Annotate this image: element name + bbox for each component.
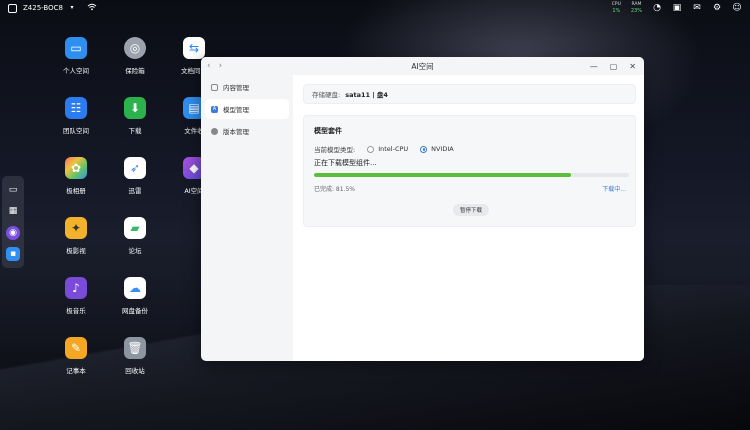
desktop-icon-download[interactable]: ⬇ 下载 bbox=[107, 97, 163, 135]
download-icon: ⬇ bbox=[124, 97, 146, 119]
model-type-row: 当前模型类型: Intel-CPU NVIDIA bbox=[314, 145, 454, 154]
device-name[interactable]: Z425-BOC8 bbox=[23, 4, 63, 12]
close-icon[interactable]: ✕ bbox=[629, 62, 636, 71]
cpu-stat[interactable]: CPU 1% bbox=[612, 2, 621, 14]
window-main: 存储硬盘: sata11 | 盘4 模型套件 当前模型类型: Intel-CPU… bbox=[293, 75, 644, 361]
gear-icon[interactable]: ⚙ bbox=[712, 3, 722, 13]
model-icon: A bbox=[211, 105, 218, 113]
desktop-icon-safe[interactable]: ◎ 保险箱 bbox=[107, 37, 163, 75]
sync-icon: ⇆ bbox=[183, 37, 205, 59]
sidebar-item-version-management[interactable]: 版本管理 bbox=[205, 121, 289, 141]
desktop-icon-photos[interactable]: ✿ 极相册 bbox=[48, 157, 104, 195]
wifi-icon[interactable] bbox=[87, 3, 97, 13]
download-progress-fill bbox=[314, 173, 571, 177]
desktop-icon-music[interactable]: ♪ 极音乐 bbox=[48, 277, 104, 315]
forum-icon: ▰ bbox=[124, 217, 146, 239]
window-titlebar[interactable]: ‹ › AI空间 — ▢ ✕ bbox=[201, 57, 644, 75]
desktop-icon-team-space[interactable]: ☷ 团队空间 bbox=[48, 97, 104, 135]
speed-gauge-icon[interactable]: ◔ bbox=[652, 3, 662, 13]
safe-icon: ◎ bbox=[124, 37, 146, 59]
forward-icon[interactable]: › bbox=[219, 61, 223, 71]
model-suite-title: 模型套件 bbox=[314, 127, 342, 135]
photos-icon: ✿ bbox=[65, 157, 87, 179]
top-bar: Z425-BOC8 ▾ CPU 1% RAM 23% ◔ ▣ ✉ ⚙ ☺ bbox=[0, 0, 750, 16]
progress-done-label: 已完成: 81.5% bbox=[314, 186, 355, 193]
thunder-icon: ➶ bbox=[124, 157, 146, 179]
maximize-icon[interactable]: ▢ bbox=[610, 62, 618, 71]
notepad-icon: ✎ bbox=[65, 337, 87, 359]
monitor-dock-icon[interactable]: ▪ bbox=[6, 247, 20, 262]
terminal-icon[interactable]: ▣ bbox=[672, 3, 682, 13]
logo-icon[interactable] bbox=[8, 3, 17, 13]
download-status: 正在下载模型组件... bbox=[314, 159, 377, 167]
sidebar-item-content-management[interactable]: 内容管理 bbox=[205, 77, 289, 97]
radio-intel-cpu[interactable]: Intel-CPU bbox=[367, 145, 408, 153]
grid-icon[interactable]: ▦ bbox=[6, 204, 20, 218]
chevron-down-icon[interactable]: ▾ bbox=[69, 3, 75, 13]
downloading-label: 下载中... bbox=[602, 186, 626, 193]
pause-download-button[interactable]: 暂停下载 bbox=[453, 204, 489, 216]
folder-icon: ▭ bbox=[65, 37, 87, 59]
ai-dock-icon[interactable]: ◉ bbox=[6, 225, 20, 240]
trash-icon: 🗑 bbox=[124, 337, 146, 359]
desktop-icon-personal-space[interactable]: ▭ 个人空间 bbox=[48, 37, 104, 75]
desktop-icon-video[interactable]: ✦ 极影视 bbox=[48, 217, 104, 255]
document-icon bbox=[211, 83, 218, 91]
back-icon[interactable]: ‹ bbox=[207, 61, 211, 71]
team-icon: ☷ bbox=[65, 97, 87, 119]
download-progress-bar bbox=[314, 173, 629, 177]
mail-icon[interactable]: ✉ bbox=[692, 3, 702, 13]
video-icon: ✦ bbox=[65, 217, 87, 239]
window-sidebar: 内容管理 A 模型管理 版本管理 bbox=[201, 75, 293, 361]
side-dock: ▭ ▦ ◉ ▪ bbox=[2, 176, 24, 268]
music-icon: ♪ bbox=[65, 277, 87, 299]
desktop-icon-notepad[interactable]: ✎ 记事本 bbox=[48, 337, 104, 375]
model-suite-card: 模型套件 当前模型类型: Intel-CPU NVIDIA 正在下载模型组件..… bbox=[303, 115, 636, 227]
user-icon[interactable]: ☺ bbox=[732, 3, 742, 13]
desktop-icon-forum[interactable]: ▰ 论坛 bbox=[107, 217, 163, 255]
minimize-icon[interactable]: — bbox=[590, 62, 598, 71]
window-title: AI空间 bbox=[411, 61, 434, 71]
radio-nvidia[interactable]: NVIDIA bbox=[420, 145, 454, 153]
cloud-backup-icon: ☁ bbox=[124, 277, 146, 299]
storage-disk-bar[interactable]: 存储硬盘: sata11 | 盘4 bbox=[303, 84, 636, 104]
desktop-icon-trash[interactable]: 🗑 回收站 bbox=[107, 337, 163, 375]
sidebar-item-model-management[interactable]: A 模型管理 bbox=[205, 99, 289, 119]
message-icon[interactable]: ▭ bbox=[6, 183, 20, 197]
version-icon bbox=[211, 127, 218, 135]
desktop-icon-thunder[interactable]: ➶ 迅雷 bbox=[107, 157, 163, 195]
ai-space-window: ‹ › AI空间 — ▢ ✕ 内容管理 A 模型管理 版本管理 存储硬盘: sa… bbox=[201, 57, 644, 361]
ram-stat[interactable]: RAM 23% bbox=[631, 2, 642, 14]
desktop-icon-cloud-backup[interactable]: ☁ 网盘备份 bbox=[107, 277, 163, 315]
